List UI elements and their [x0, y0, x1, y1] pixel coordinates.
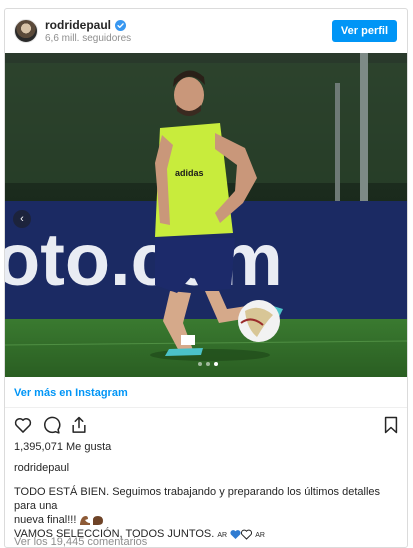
bib-brand: adidas [175, 168, 204, 178]
bookmark-icon[interactable] [381, 415, 401, 435]
flag-label: AR [255, 532, 265, 539]
carousel-dot [206, 362, 210, 366]
post-caption: TODO ESTÁ BIEN. Seguimos trabajando y pr… [14, 485, 400, 543]
carousel-indicator [198, 362, 218, 366]
see-more-bar: Ver más en Instagram [5, 377, 407, 408]
view-comments-link[interactable]: Ver los 19,445 comentarios [14, 536, 147, 547]
carousel-dot-active [214, 362, 218, 366]
share-icon[interactable] [69, 415, 89, 435]
like-count[interactable]: 1,395,071 Me gusta [14, 441, 111, 453]
post-photo[interactable]: oto.com adidas ‹ [5, 53, 407, 377]
carousel-prev-icon[interactable]: ‹ [13, 210, 31, 228]
action-bar [5, 413, 407, 437]
avatar[interactable] [14, 19, 38, 43]
training-photo: oto.com adidas [5, 53, 407, 377]
carousel-dot [198, 362, 202, 366]
blue-white-hearts-emoji-icon [230, 529, 253, 540]
username-row[interactable]: rodridepaul [45, 18, 127, 32]
verified-badge-icon [115, 19, 127, 31]
comment-bubble-icon[interactable] [41, 415, 61, 435]
post-header: rodridepaul 6,6 mill. seguidores Ver per… [5, 9, 407, 53]
flexed-biceps-emoji-icon [80, 516, 104, 526]
flag-label: AR [217, 532, 228, 539]
username[interactable]: rodridepaul [45, 18, 111, 32]
like-heart-icon[interactable] [13, 415, 33, 435]
instagram-embed-card: rodridepaul 6,6 mill. seguidores Ver per… [4, 8, 408, 548]
see-more-link[interactable]: Ver más en Instagram [14, 387, 128, 399]
caption-username[interactable]: rodridepaul [14, 462, 69, 474]
caption-line: nueva final!!! [14, 513, 400, 527]
view-profile-button[interactable]: Ver perfil [331, 20, 397, 42]
banner-text: oto.com [5, 218, 283, 301]
caption-line: TODO ESTÁ BIEN. Seguimos trabajando y pr… [14, 486, 381, 512]
follower-count: 6,6 mill. seguidores [45, 33, 132, 44]
